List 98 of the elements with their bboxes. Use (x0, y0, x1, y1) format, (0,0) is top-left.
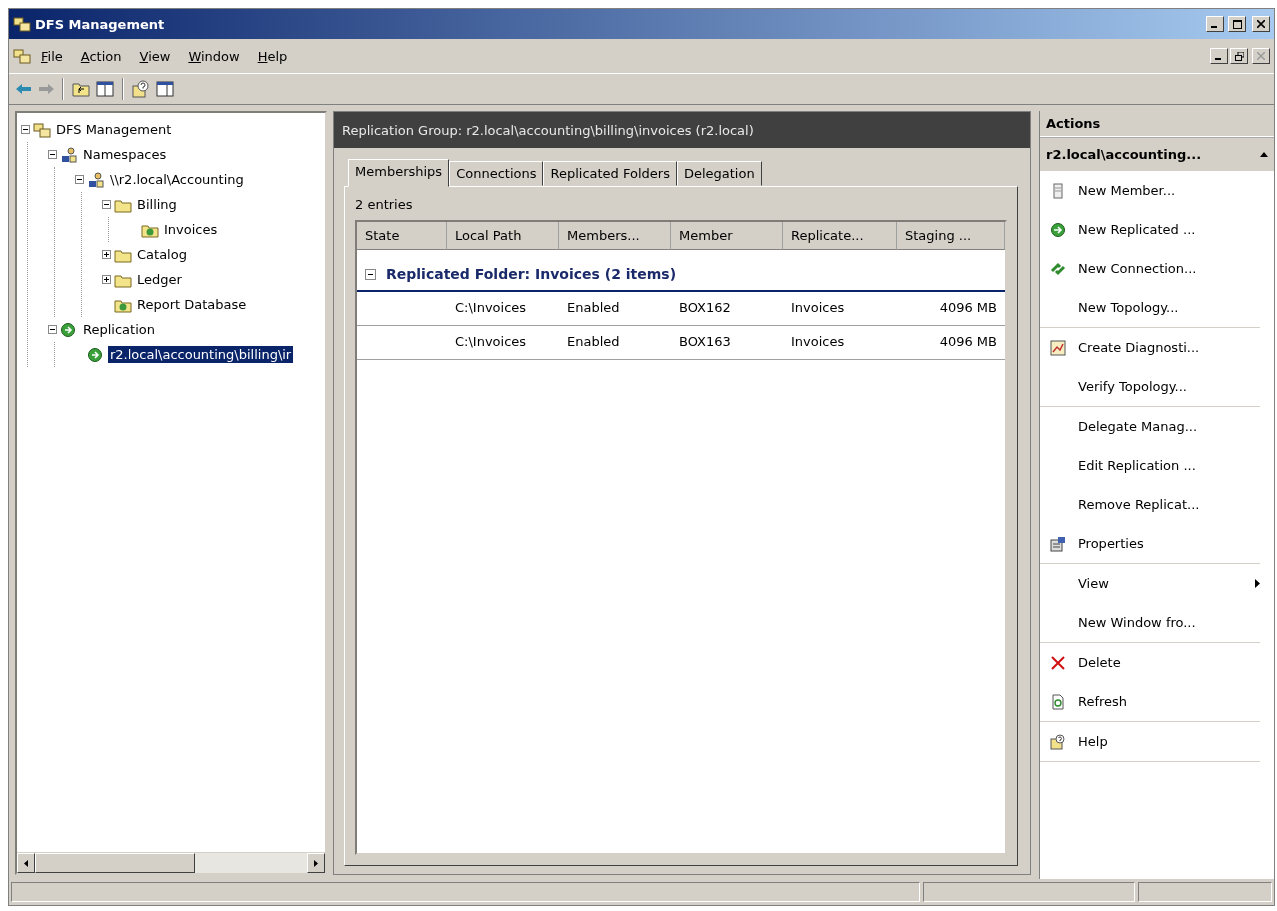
namespace-icon (60, 146, 78, 163)
pane-title: Replication Group: r2.local\accounting\billing\invoices (r2.local) (342, 122, 754, 138)
dfs-icon (33, 121, 51, 138)
action-link[interactable]: New Connection... (1078, 261, 1260, 276)
window-title: DFS Management (35, 16, 166, 32)
horizontal-scrollbar[interactable] (17, 852, 325, 873)
collapse-toggle[interactable] (48, 150, 57, 159)
column-header[interactable]: Local Path (447, 222, 559, 250)
replication-icon (87, 346, 105, 363)
column-header[interactable]: Replicate... (783, 222, 897, 250)
back-arrow-icon[interactable] (15, 82, 33, 96)
delete-icon (1050, 654, 1066, 671)
tree-item[interactable]: Replication (81, 321, 157, 338)
menu-item[interactable]: Window (180, 46, 248, 66)
close-button[interactable] (1252, 16, 1270, 32)
minimize-button[interactable] (1210, 48, 1228, 64)
server-icon (1050, 182, 1066, 199)
column-header[interactable]: Staging ... (897, 222, 1005, 250)
tree-item[interactable]: Report Database (135, 296, 249, 313)
maximize-button[interactable] (1228, 16, 1246, 32)
menu-item[interactable]: Help (249, 46, 296, 66)
menu-item[interactable]: Action (72, 46, 130, 66)
scroll-left-icon[interactable] (24, 859, 28, 867)
entry-count: 2 entries (355, 196, 414, 214)
tree-item[interactable]: r2.local\accounting\billing\ir (108, 346, 294, 363)
close-button[interactable] (1252, 48, 1270, 64)
tree-item[interactable]: DFS Management (54, 121, 174, 138)
table-cell: C:\Invoices (447, 326, 559, 360)
table-cell: BOX163 (671, 326, 783, 360)
menu-item[interactable]: File (33, 46, 71, 66)
submenu-arrow-icon (1255, 579, 1260, 588)
help-icon (1050, 733, 1066, 750)
collapse-toggle[interactable] (75, 175, 84, 184)
connection-icon (1050, 260, 1066, 277)
tab[interactable]: Memberships (348, 159, 450, 187)
namespace-icon (87, 171, 105, 188)
restore-icon (1234, 51, 1244, 61)
table-cell: 4096 MB (897, 326, 1005, 360)
action-link[interactable]: Refresh (1078, 694, 1260, 709)
tab[interactable]: Connections (449, 161, 544, 186)
column-header[interactable]: State (357, 222, 447, 250)
tree-item[interactable]: Invoices (162, 221, 220, 238)
report-icon (1050, 339, 1066, 356)
action-link[interactable]: Verify Topology... (1078, 379, 1260, 394)
collapse-toggle[interactable] (21, 125, 30, 134)
expand-toggle[interactable] (102, 275, 111, 284)
column-header[interactable]: Members... (559, 222, 671, 250)
show-hide-action-pane-icon[interactable] (155, 80, 175, 98)
tree-item[interactable]: Ledger (135, 271, 184, 288)
action-link[interactable]: New Window fro... (1078, 615, 1260, 630)
tree-item[interactable]: Billing (135, 196, 179, 213)
close-icon (1257, 52, 1265, 60)
refresh-icon (1050, 693, 1066, 710)
table-cell: Invoices (783, 326, 897, 360)
table-cell: 4096 MB (897, 292, 1005, 326)
action-link[interactable]: New Replicated ... (1078, 222, 1260, 237)
action-link[interactable]: Help (1078, 734, 1260, 749)
dfs-icon (13, 16, 31, 32)
tree-item[interactable]: Catalog (135, 246, 189, 263)
show-hide-tree-icon[interactable] (95, 80, 115, 98)
action-link[interactable]: Create Diagnosti... (1078, 340, 1260, 355)
collapse-toggle[interactable] (365, 268, 376, 280)
table-cell: Enabled (559, 326, 671, 360)
action-link[interactable]: New Member... (1078, 183, 1260, 198)
collapse-toggle[interactable] (48, 325, 57, 334)
action-link[interactable]: Delete (1078, 655, 1260, 670)
action-link[interactable]: Properties (1078, 536, 1260, 551)
replication-icon (60, 321, 78, 338)
up-folder-icon[interactable] (71, 80, 91, 98)
replication-icon (1050, 221, 1066, 238)
table-cell: Invoices (783, 292, 897, 326)
action-link[interactable]: Remove Replicat... (1078, 497, 1260, 512)
action-link[interactable]: New Topology... (1078, 300, 1260, 315)
maximize-icon (1232, 19, 1242, 29)
collapse-toggle[interactable] (102, 200, 111, 209)
table-cell: Enabled (559, 292, 671, 326)
table-cell: C:\Invoices (447, 292, 559, 326)
help-icon[interactable] (131, 80, 151, 98)
minimize-button[interactable] (1206, 16, 1224, 32)
scroll-right-icon[interactable] (314, 859, 318, 867)
tab[interactable]: Replicated Folders (543, 161, 677, 186)
properties-icon (1050, 535, 1066, 552)
tree-item[interactable]: Namespaces (81, 146, 169, 163)
action-link[interactable]: Delegate Manag... (1078, 419, 1260, 434)
pane-title: Actions (1040, 111, 1274, 137)
dfs-icon (13, 48, 31, 64)
column-header[interactable]: Member (671, 222, 783, 250)
action-link[interactable]: View (1078, 576, 1243, 591)
action-link[interactable]: Edit Replication ... (1078, 458, 1260, 473)
menu-item[interactable]: View (131, 46, 179, 66)
tree-item[interactable]: \\r2.local\Accounting (108, 171, 246, 188)
expand-toggle[interactable] (102, 250, 111, 259)
collapse-caret-icon[interactable] (1260, 152, 1268, 157)
close-icon (1257, 20, 1265, 28)
table-cell: BOX162 (671, 292, 783, 326)
restore-button[interactable] (1230, 48, 1248, 64)
group-header: Replicated Folder: Invoices (2 items) (386, 266, 677, 282)
tab[interactable]: Delegation (676, 161, 762, 186)
